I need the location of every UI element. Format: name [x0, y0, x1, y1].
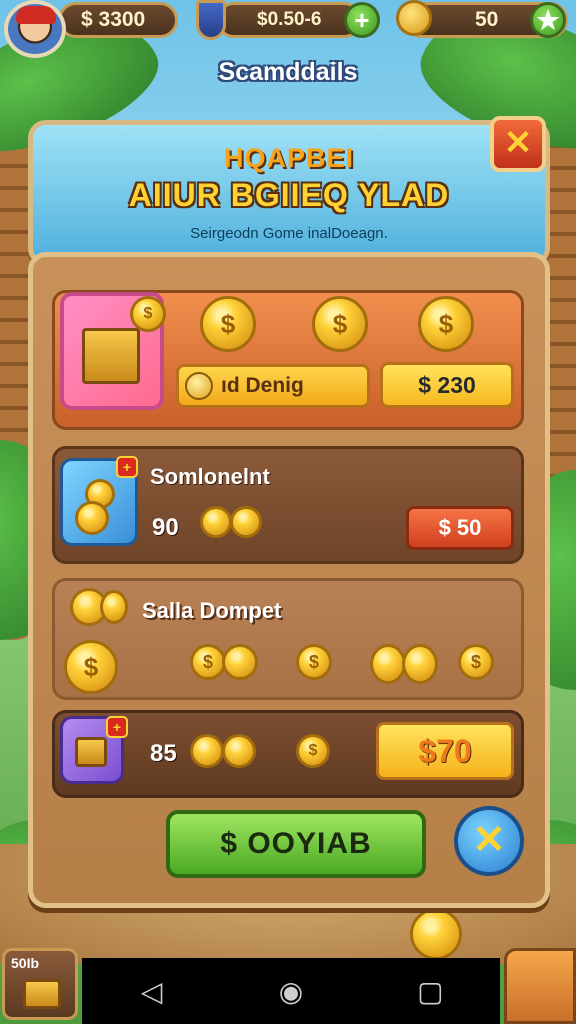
badge-plus-icon: +: [106, 716, 128, 738]
gem-value: $0.50-6: [257, 9, 322, 30]
dollar-coin-icon: $: [200, 296, 256, 352]
dialog-header: HQAPBEI AIIUR BGIIEQ YLAD Seirgeodn Gome…: [28, 120, 550, 266]
offer-quantity: 90: [152, 514, 179, 541]
dialog-subtitle: Seirgeodn Gome inalDoeagn.: [190, 225, 388, 242]
dollar-coin-icon: $: [296, 734, 330, 768]
offer-title: Salla Dompet: [142, 598, 282, 623]
dollar-coin-icon: $: [296, 644, 332, 680]
badge-plus-icon: +: [116, 456, 138, 478]
offer-quantity: 85: [150, 740, 177, 767]
treasure-chest-icon: [82, 328, 140, 384]
dollar-coin-icon: $: [312, 296, 368, 352]
purchase-button[interactable]: $ OOYIAB: [166, 810, 426, 878]
coin-icon: [200, 506, 232, 538]
dollar-coin-icon: $: [130, 296, 166, 332]
chest-shortcut-label: 50Ib: [11, 955, 40, 971]
dollar-coin-icon: $: [458, 644, 494, 680]
system-nav-bar: ◁ ◉ ▢: [82, 958, 500, 1024]
dialog-title: HQAPBEI: [223, 143, 355, 173]
treasure-chest-icon: [75, 737, 107, 767]
add-currency-button[interactable]: +: [344, 2, 380, 38]
coin-icon: [190, 734, 224, 768]
offer-label: ıd Denig: [176, 364, 370, 408]
coin-icon: [222, 734, 256, 768]
coin-stack-icon: [75, 501, 109, 535]
home-icon[interactable]: ◉: [271, 975, 311, 1008]
coin-value: 50: [475, 8, 499, 31]
coin-icon: [100, 590, 128, 624]
ground-coin: [410, 908, 462, 960]
buy-button-featured[interactable]: $ 230: [380, 362, 514, 408]
recents-icon[interactable]: ▢: [410, 975, 450, 1008]
offer-label-text: ıd Denig: [221, 374, 304, 397]
gem-counter: $0.50-6: [216, 2, 362, 38]
buy-button-2[interactable]: $ 50: [406, 506, 514, 550]
buy-button-4[interactable]: $70: [376, 722, 514, 780]
back-icon[interactable]: ◁: [132, 975, 172, 1008]
money-counter: $ 3300: [58, 2, 178, 38]
star-icon[interactable]: ★: [530, 2, 566, 38]
dollar-coin-icon: $: [418, 296, 474, 352]
screen-title: Scamddails: [218, 58, 358, 86]
chest-shortcut[interactable]: 50Ib: [2, 948, 78, 1020]
coin-icon: [185, 372, 213, 400]
coin-icon: [370, 644, 406, 684]
money-value: $ 3300: [81, 8, 146, 31]
offer-title: Somlonelnt: [150, 464, 270, 489]
player-avatar[interactable]: [4, 0, 66, 58]
top-bar: $ 3300 $0.50-6 + 50 ★: [0, 0, 576, 58]
cancel-button[interactable]: ✕: [454, 806, 524, 876]
shield-icon: [196, 0, 226, 40]
dollar-coin-icon: $: [190, 644, 226, 680]
coin-icon: [402, 644, 438, 684]
coin-icon: [222, 644, 258, 680]
close-button[interactable]: ✕: [490, 116, 546, 172]
dollar-coin-icon: $: [64, 640, 118, 694]
map-shortcut[interactable]: [504, 948, 576, 1024]
coin-icon: [396, 0, 432, 36]
treasure-chest-icon: [23, 979, 61, 1009]
coin-icon: [230, 506, 262, 538]
dialog-headline: AIIUR BGIIEQ YLAD: [128, 177, 450, 213]
